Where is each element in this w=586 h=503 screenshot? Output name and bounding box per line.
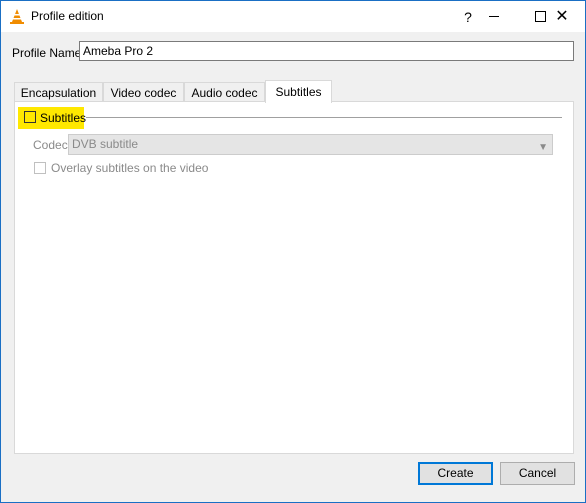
- tab-video-codec[interactable]: Video codec: [103, 82, 184, 102]
- close-icon: ✕: [555, 7, 569, 25]
- cancel-button[interactable]: Cancel: [500, 462, 575, 485]
- codec-select: DVB subtitle ▼: [68, 134, 553, 155]
- profile-name-label: Profile Name: [12, 46, 82, 60]
- profile-edition-dialog: Profile edition ? ✕ Profile Name Ameba P…: [0, 0, 586, 503]
- codec-label: Codec: [33, 138, 68, 152]
- close-button[interactable]: ✕: [539, 1, 585, 32]
- overlay-subtitles-checkbox: [34, 162, 46, 174]
- create-button[interactable]: Create: [418, 462, 493, 485]
- vlc-cone-icon: [10, 9, 24, 24]
- tab-audio-codec[interactable]: Audio codec: [184, 82, 265, 102]
- minimize-button[interactable]: [471, 1, 517, 32]
- subtitles-group-toggle[interactable]: Subtitles: [18, 107, 87, 129]
- chevron-down-icon: ▼: [538, 142, 548, 153]
- subtitles-checkbox-label: Subtitles: [40, 111, 87, 125]
- group-divider: [86, 117, 562, 118]
- tab-subtitles[interactable]: Subtitles: [265, 80, 332, 103]
- profile-name-input[interactable]: Ameba Pro 2: [79, 41, 574, 61]
- minimize-icon: [489, 16, 499, 17]
- codec-select-value: DVB subtitle: [72, 137, 139, 151]
- overlay-subtitles-label: Overlay subtitles on the video: [51, 161, 209, 175]
- title-bar: Profile edition ? ✕: [1, 1, 585, 32]
- subtitles-checkbox[interactable]: [24, 111, 36, 123]
- tab-encapsulation[interactable]: Encapsulation: [14, 82, 103, 102]
- window-title: Profile edition: [31, 9, 104, 23]
